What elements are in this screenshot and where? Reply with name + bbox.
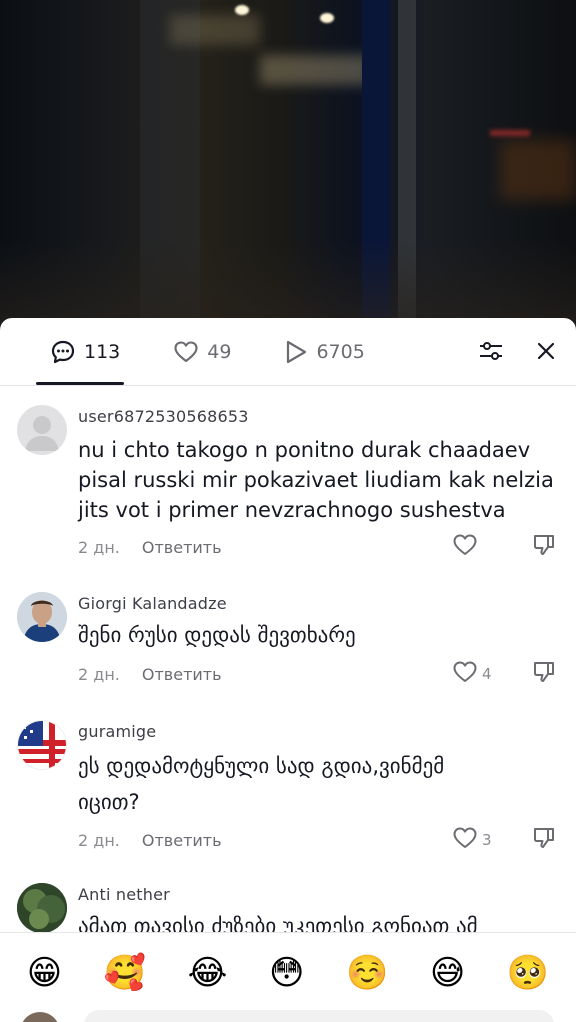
emoji-tears-of-joy[interactable]: 😂	[188, 953, 228, 993]
like-button[interactable]: 3	[452, 826, 510, 854]
comment-bubble-icon	[50, 339, 76, 365]
emoji-sweat-smile[interactable]: 😅	[430, 953, 465, 993]
close-icon[interactable]	[534, 339, 558, 367]
emoji-quick-bar: 😁 🥰 😂 😳 ☺️ 😅 🥺	[0, 932, 576, 1012]
comment-meta: 2 дн. Ответить	[78, 533, 556, 561]
likes-count: 49	[207, 340, 232, 363]
reply-button[interactable]: Ответить	[142, 831, 222, 850]
tab-comments[interactable]: 113	[50, 339, 120, 365]
emoji-smiling[interactable]: ☺️	[346, 953, 388, 993]
comment-username[interactable]: guramige	[78, 722, 556, 742]
emoji-pleading[interactable]: 🥺	[507, 953, 549, 993]
comment-time: 2 дн.	[78, 664, 120, 684]
reply-button[interactable]: Ответить	[142, 538, 222, 557]
comment-meta: 2 дн. Ответить 3	[78, 826, 556, 854]
tab-likes[interactable]: 49	[173, 339, 231, 365]
tab-views[interactable]: 6705	[284, 339, 365, 365]
like-count: 3	[482, 831, 492, 849]
avatar[interactable]	[17, 720, 67, 770]
heart-icon	[173, 339, 199, 365]
play-icon	[284, 339, 308, 365]
thumbs-down-icon[interactable]	[532, 826, 556, 854]
comment-meta: 2 дн. Ответить 4	[78, 660, 556, 688]
current-user-avatar	[20, 1012, 60, 1022]
comment-text: შენი რუსი დედას შევთხარე	[78, 623, 356, 647]
emoji-hearts-face[interactable]: 🥰	[104, 953, 146, 993]
emoji-flushed[interactable]: 😳	[269, 953, 304, 993]
like-button[interactable]	[452, 533, 510, 561]
views-count: 6705	[316, 340, 365, 363]
comment-input[interactable]	[84, 1010, 554, 1022]
comment-text: nu i chto takogo n ponitno durak chaadae…	[78, 438, 561, 522]
comment-username[interactable]: user6872530568653	[78, 407, 556, 427]
heart-icon	[452, 660, 478, 688]
like-count: 4	[482, 665, 492, 683]
filter-icon[interactable]	[478, 338, 504, 368]
avatar[interactable]	[17, 405, 67, 455]
emoji-grin[interactable]: 😁	[27, 953, 62, 993]
avatar[interactable]	[17, 883, 67, 933]
comment-text: ამათ თავისი ძუზები უკეთესი გონიათ ამ	[78, 914, 478, 933]
comment-username[interactable]: Anti nether	[78, 885, 556, 905]
comments-sheet: 113 49 6705 user6872530568653 nu i chto …	[0, 318, 576, 1022]
thumbs-down-icon[interactable]	[532, 533, 556, 561]
comment-time: 2 дн.	[78, 830, 120, 850]
comment-username[interactable]: Giorgi Kalandadze	[78, 594, 556, 614]
like-button[interactable]: 4	[452, 660, 510, 688]
heart-icon	[452, 826, 478, 854]
avatar[interactable]	[17, 592, 67, 642]
comments-list[interactable]: user6872530568653 nu i chto takogo n pon…	[0, 387, 576, 933]
video-background[interactable]	[0, 0, 576, 340]
active-tab-indicator	[36, 382, 124, 385]
comments-count: 113	[84, 340, 121, 363]
comment-text: ეს დედამოტყნული სად გდია,ვინმემ იცით?	[78, 754, 451, 814]
thumbs-down-icon[interactable]	[532, 660, 556, 688]
reply-button[interactable]: Ответить	[142, 665, 222, 684]
heart-icon	[452, 533, 478, 561]
comments-tab-bar: 113 49 6705	[0, 318, 576, 386]
comment-time: 2 дн.	[78, 537, 120, 557]
